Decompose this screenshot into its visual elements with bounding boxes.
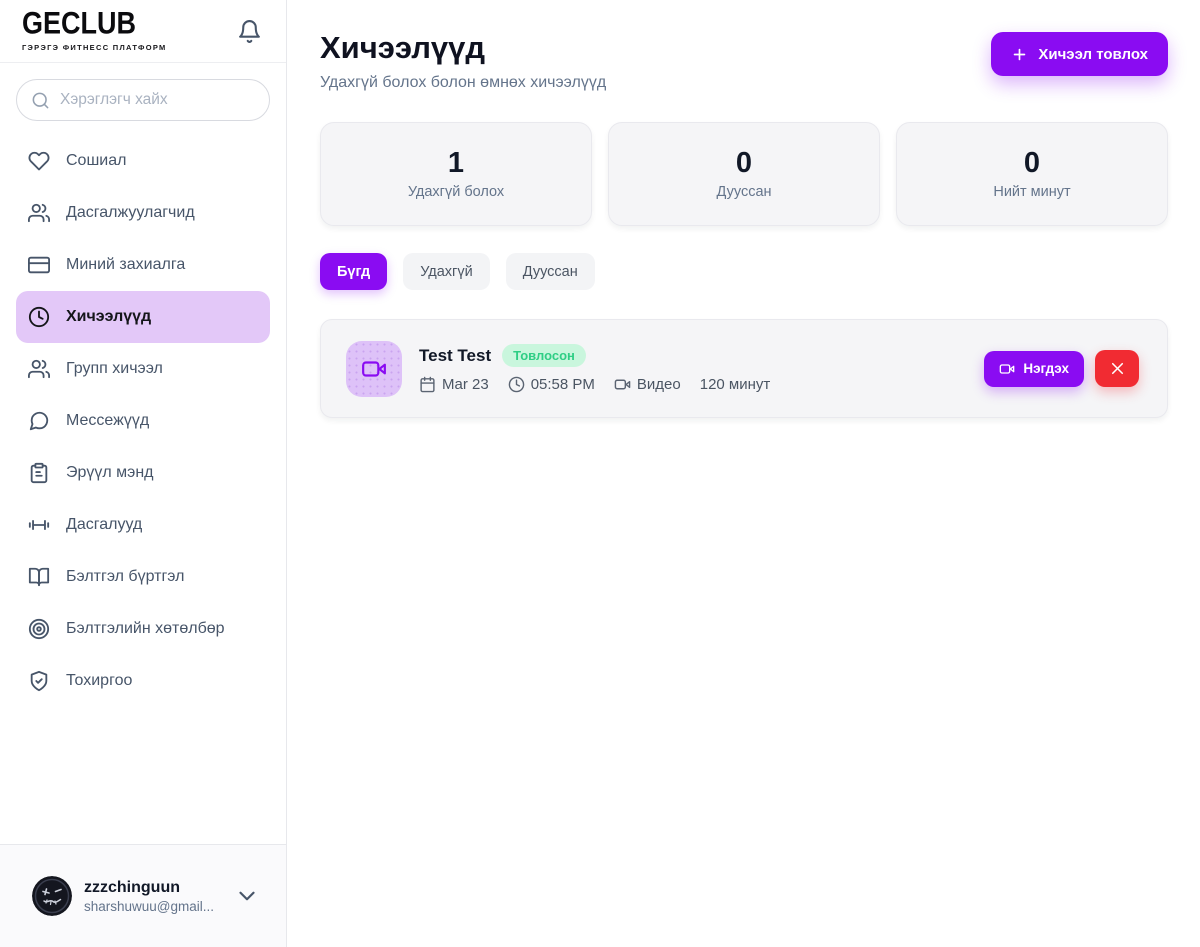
search-icon [31,91,50,110]
dumbbell-icon [28,514,50,536]
sidebar-item-label: Мессежүүд [66,412,149,430]
user-search-box[interactable] [16,79,270,121]
sidebar-item-health[interactable]: Эрүүл мэнд [16,447,270,499]
credit-card-icon [28,254,50,276]
video-thumbnail [346,341,402,397]
main-content: Хичээлүүд Удахгүй болох болон өмнөх хичэ… [287,0,1200,947]
clipboard-icon [28,462,50,484]
sidebar-item-group-lessons[interactable]: Групп хичээл [16,343,270,395]
page-title: Хичээлүүд [320,30,606,66]
sidebar-item-label: Дасгалууд [66,516,142,534]
sidebar-item-label: Миний захиалга [66,256,185,274]
stat-card-completed: 0 Дууссан [608,122,880,226]
sidebar-item-label: Тохиргоо [66,672,132,690]
app-logo: GECLUB ГЭРЭГЭ ФИТНЕСС ПЛАТФОРМ [22,10,167,52]
stat-label: Удахгүй болох [408,184,504,200]
avatar[interactable] [32,876,72,916]
sidebar: GECLUB ГЭРЭГЭ ФИТНЕСС ПЛАТФОРМ Сошиал Да… [0,0,287,947]
lesson-time-text: 05:58 PM [531,376,595,393]
shield-check-icon [28,670,50,692]
lesson-duration-text: 120 минут [700,376,771,393]
sidebar-item-settings[interactable]: Тохиргоо [16,655,270,707]
sidebar-item-label: Хичээлүүд [66,308,151,326]
filter-upcoming-button[interactable]: Удахгүй [403,253,490,290]
book-icon [28,566,50,588]
users-icon [28,358,50,380]
user-name: zzzchinguun [84,879,222,897]
stat-card-upcoming: 1 Удахгүй болох [320,122,592,226]
calendar-icon [419,376,436,393]
stat-card-total-minutes: 0 Нийт минут [896,122,1168,226]
target-icon [28,618,50,640]
lesson-date-text: Mar 23 [442,376,489,393]
users-icon [28,202,50,224]
close-icon [1108,359,1127,378]
clock-icon [508,376,525,393]
sidebar-header: GECLUB ГЭРЭГЭ ФИТНЕСС ПЛАТФОРМ [0,0,286,63]
schedule-lesson-button[interactable]: Хичээл товлох [991,32,1168,76]
page-subtitle: Удахгүй болох болон өмнөх хичээлүүд [320,74,606,92]
sidebar-item-exercises[interactable]: Дасгалууд [16,499,270,551]
user-email: sharshuwuu@gmail... [84,899,222,914]
chat-bubble-icon [28,410,50,432]
sidebar-item-label: Групп хичээл [66,360,163,378]
sidebar-item-training-program[interactable]: Бэлтгэлийн хөтөлбөр [16,603,270,655]
user-profile-section[interactable]: zzzchinguun sharshuwuu@gmail... [0,844,286,947]
lesson-duration: 120 минут [700,376,771,393]
filter-all-button[interactable]: Бүгд [320,253,387,290]
stat-value: 0 [736,148,752,180]
lesson-type-text: Видео [637,376,681,393]
join-lesson-button[interactable]: Нэгдэх [984,351,1084,387]
lesson-card: Test Test Товлосон Mar 23 05:58 PM [320,319,1168,418]
lesson-date: Mar 23 [419,376,489,393]
filter-completed-button[interactable]: Дууссан [506,253,595,290]
sidebar-item-messages[interactable]: Мессежүүд [16,395,270,447]
search-input[interactable] [60,91,260,109]
sidebar-item-label: Сошиал [66,152,126,170]
chevron-down-icon[interactable] [234,883,260,909]
video-camera-icon [999,361,1015,377]
lesson-type: Видео [614,376,681,393]
sidebar-item-label: Бэлтгэлийн хөтөлбөр [66,620,225,638]
cancel-lesson-button[interactable] [1095,350,1139,387]
sidebar-item-trainers[interactable]: Дасгалжуулагчид [16,187,270,239]
heart-icon [28,150,50,172]
sidebar-item-social[interactable]: Сошиал [16,135,270,187]
lesson-title: Test Test [419,346,491,366]
plus-icon [1011,46,1028,63]
stat-value: 1 [448,148,464,180]
stat-label: Нийт минут [993,184,1070,200]
status-badge: Товлосон [502,344,586,367]
stat-value: 0 [1024,148,1040,180]
logo-subtitle: ГЭРЭГЭ ФИТНЕСС ПЛАТФОРМ [22,43,167,52]
sidebar-item-label: Бэлтгэл бүртгэл [66,568,184,586]
notifications-bell-icon[interactable] [235,17,264,46]
sidebar-item-label: Дасгалжуулагчид [66,204,195,222]
lesson-time: 05:58 PM [508,376,595,393]
logo-title: GECLUB [22,8,167,39]
sidebar-item-label: Эрүүл мэнд [66,464,154,482]
lesson-filters: Бүгд Удахгүй Дууссан [320,253,1168,290]
sidebar-item-lessons[interactable]: Хичээлүүд [16,291,270,343]
stats-row: 1 Удахгүй болох 0 Дууссан 0 Нийт минут [320,122,1168,226]
join-lesson-label: Нэгдэх [1023,361,1069,376]
schedule-lesson-label: Хичээл товлох [1038,46,1148,63]
video-camera-icon [614,376,631,393]
clock-icon [28,306,50,328]
sidebar-item-training-log[interactable]: Бэлтгэл бүртгэл [16,551,270,603]
video-camera-icon [361,356,387,382]
sidebar-item-my-orders[interactable]: Миний захиалга [16,239,270,291]
stat-label: Дууссан [716,184,771,200]
sidebar-nav: Сошиал Дасгалжуулагчид Миний захиалга Хи… [0,127,286,844]
